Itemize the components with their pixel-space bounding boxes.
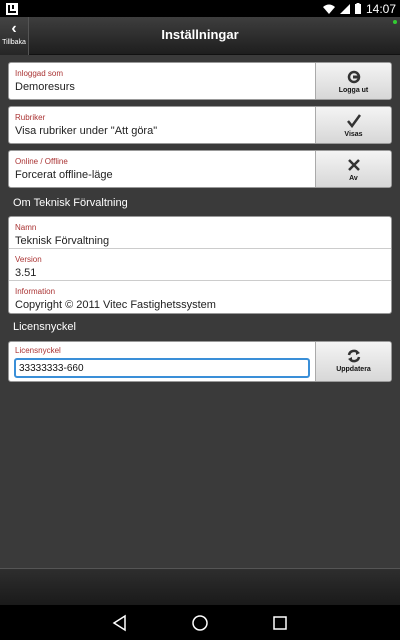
offline-toggle-label: Av	[349, 175, 358, 182]
headings-card: Rubriker Visa rubriker under "Att göra" …	[8, 106, 392, 144]
settings-content: Inloggad som Demoresurs Logga ut Rubrike…	[0, 55, 400, 568]
title-bar: ‹ Tillbaka Inställningar	[0, 17, 400, 55]
about-card: Namn Teknisk Förvaltning Version 3.51 In…	[8, 216, 392, 314]
logged-in-label: Inloggad som	[15, 69, 64, 78]
wifi-icon	[322, 4, 335, 14]
battery-icon	[354, 3, 361, 14]
status-time: 14:07	[365, 1, 396, 16]
about-information-value: Copyright © 2011 Vitec Fastighetssystem	[15, 299, 216, 311]
app-logo-icon	[6, 2, 18, 15]
about-heading: Om Teknisk Förvaltning	[13, 197, 128, 209]
connection-indicator	[393, 20, 397, 24]
system-nav-bar	[0, 605, 400, 640]
online-offline-label: Online / Offline	[15, 157, 68, 166]
license-heading: Licensnyckel	[13, 321, 76, 333]
checkmark-icon	[346, 114, 361, 129]
status-bar: 14:07	[0, 0, 400, 17]
about-name-label: Namn	[15, 223, 37, 232]
page-title: Inställningar	[161, 27, 239, 42]
license-label: Licensnyckel	[15, 346, 61, 355]
logout-button-label: Logga ut	[338, 87, 369, 94]
about-version-value: 3.51	[15, 267, 37, 279]
headings-value: Visa rubriker under "Att göra"	[15, 125, 158, 137]
logged-in-value: Demoresurs	[15, 81, 75, 93]
logged-in-card: Inloggad som Demoresurs Logga ut	[8, 62, 392, 100]
bottom-toolbar	[0, 568, 400, 605]
about-name-value: Teknisk Förvaltning	[15, 235, 110, 247]
update-license-button[interactable]: Uppdatera	[315, 342, 391, 381]
headings-label: Rubriker	[15, 113, 46, 122]
refresh-icon	[347, 349, 360, 363]
about-information-label: Information	[15, 287, 56, 296]
recents-square-icon[interactable]	[270, 613, 290, 633]
about-row-version: Version 3.51	[9, 249, 391, 281]
logout-icon	[347, 70, 360, 84]
offline-toggle-button[interactable]: Av	[315, 151, 391, 187]
cross-icon	[347, 159, 360, 171]
about-row-name: Namn Teknisk Förvaltning	[9, 217, 391, 249]
update-license-label: Uppdatera	[336, 366, 371, 373]
online-offline-card: Online / Offline Forcerat offline-läge A…	[8, 150, 392, 188]
license-card: Licensnyckel Uppdatera	[8, 341, 392, 382]
show-headings-button-label: Visas	[344, 131, 363, 138]
signal-icon	[339, 3, 350, 14]
home-circle-icon[interactable]	[190, 613, 210, 633]
back-triangle-icon[interactable]	[110, 613, 130, 633]
about-row-information: Information Copyright © 2011 Vitec Fasti…	[9, 281, 391, 313]
show-headings-button[interactable]: Visas	[315, 107, 391, 143]
logout-button[interactable]: Logga ut	[315, 63, 391, 99]
license-key-input[interactable]	[14, 358, 310, 378]
about-version-label: Version	[15, 255, 42, 264]
online-offline-value: Forcerat offline-läge	[15, 169, 113, 181]
